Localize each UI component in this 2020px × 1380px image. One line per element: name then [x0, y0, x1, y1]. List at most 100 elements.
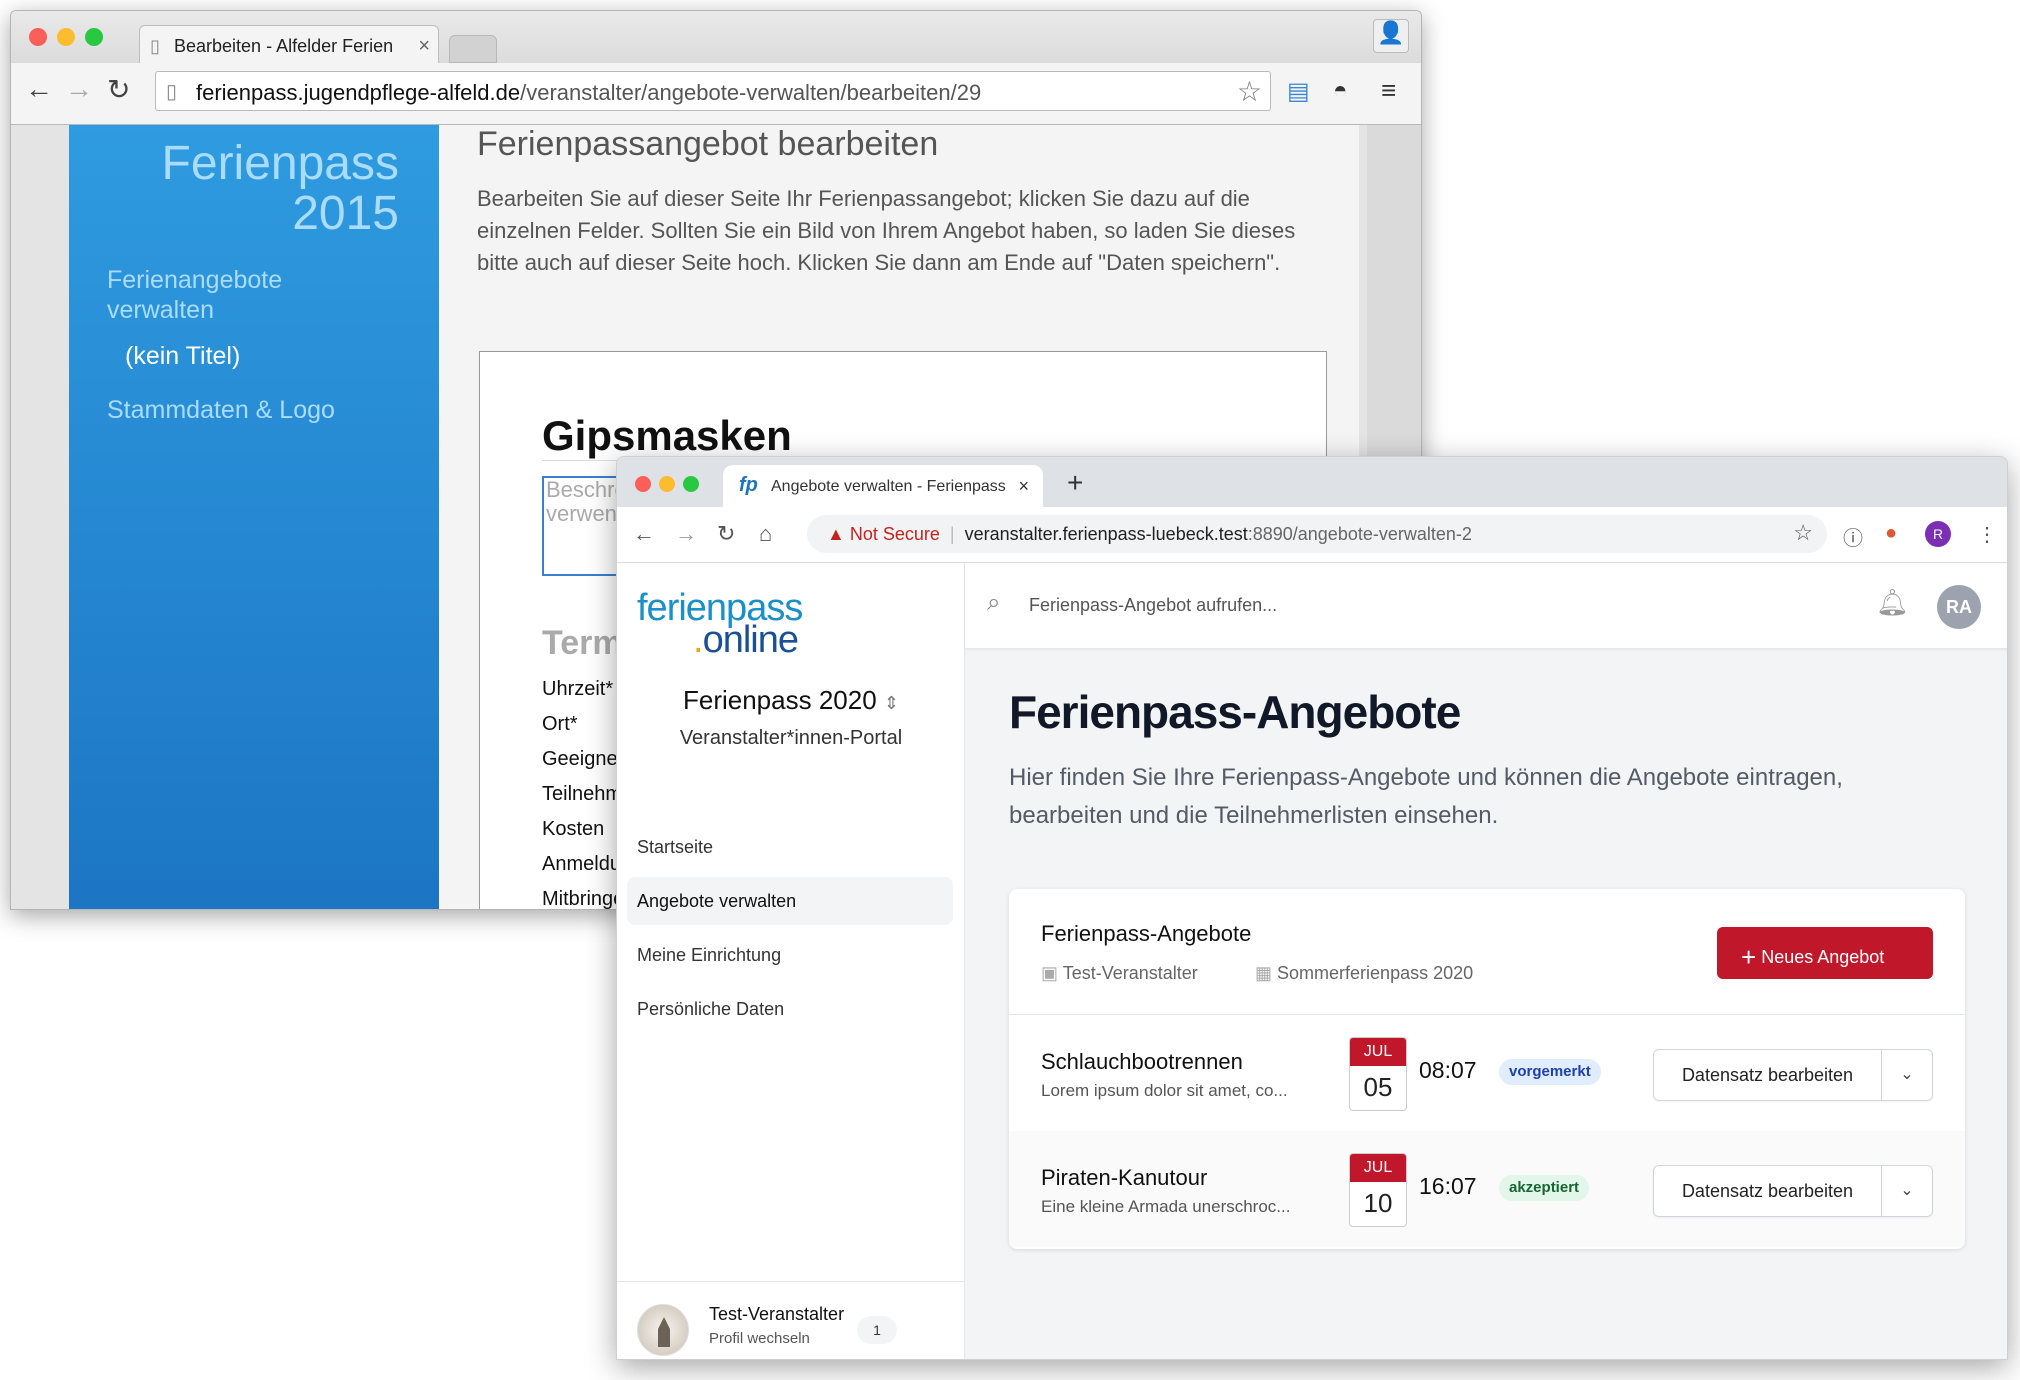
date-day: 10 [1363, 1188, 1393, 1218]
status-badge: vorgemerkt [1499, 1059, 1601, 1085]
status-badge: akzeptiert [1499, 1175, 1590, 1201]
panel-title: Ferienpass-Angebote [1041, 921, 1252, 946]
browser-tab[interactable]: ▯ Bearbeiten - Alfelder Ferien × [139, 25, 439, 65]
sidebar-item-einrichtung[interactable]: Meine Einrichtung [627, 931, 953, 979]
close-window-button[interactable] [29, 28, 47, 46]
meta-organizer: ▣ Test-Veranstalter [1041, 963, 1198, 984]
maximize-window-button[interactable] [683, 476, 699, 492]
offers-panel: Ferienpass-Angebote ▣ Test-Veranstalter … [1009, 889, 1965, 1249]
favicon-icon: fp [739, 474, 758, 496]
brand-title: Ferienpass 2015 [162, 139, 399, 239]
calendar-icon: ▦ [1255, 963, 1273, 983]
profile-switcher[interactable]: Test-Veranstalter Profil wechseln 1 [617, 1281, 965, 1359]
forward-arrow-icon[interactable]: → [675, 521, 697, 547]
organizer-avatar [637, 1304, 689, 1356]
sidebar-item-angebote[interactable]: Angebote verwalten [627, 877, 953, 925]
minimize-window-button[interactable] [659, 476, 675, 492]
logo-suffix: .online [693, 619, 799, 662]
bookmark-star-icon[interactable]: ☆ [1793, 520, 1813, 546]
home-icon[interactable]: ⌂ [759, 521, 772, 547]
menu-icon[interactable]: ⋮ [1977, 522, 1997, 547]
sidebar-item-startseite[interactable]: Startseite [627, 823, 953, 871]
new-offer-button[interactable]: + Neues Angebot [1717, 927, 1933, 979]
brand-line-2: 2015 [292, 187, 399, 240]
page-title: Ferienpassangebot bearbeiten [477, 125, 939, 163]
user-avatar[interactable]: RA [1937, 585, 1981, 629]
meta-program: ▦ Sommerferienpass 2020 [1255, 963, 1473, 984]
edit-record-button[interactable]: Datensatz bearbeiten [1654, 1166, 1882, 1216]
offer-summary: Eine kleine Armada unerschroc... [1041, 1197, 1291, 1216]
forward-arrow-icon[interactable]: → [65, 73, 93, 105]
table-row[interactable]: Piraten-Kanutour Eine kleine Armada uner… [1009, 1131, 1965, 1247]
search-icon: ⌕ [987, 589, 1001, 616]
date-badge: JUL 10 [1349, 1153, 1407, 1227]
warning-icon: ▲ [827, 524, 845, 544]
page-description: Hier finden Sie Ihre Ferienpass-Angebote… [1009, 764, 1843, 829]
nav-ferienangebote[interactable]: Ferienangebote verwalten [107, 265, 327, 325]
tab-title: Bearbeiten - Alfelder Ferien [174, 36, 394, 56]
url-path: /veranstalter/angebote-verwalten/bearbei… [520, 80, 982, 105]
browser-tab[interactable]: fp Angebote verwalten - Ferienpass × [723, 465, 1043, 507]
nav-stammdaten[interactable]: Stammdaten & Logo [107, 395, 335, 425]
new-offer-label: Neues Angebot [1761, 947, 1885, 967]
edit-record-button[interactable]: Datensatz bearbeiten [1654, 1050, 1882, 1100]
offer-title[interactable]: Schlauchbootrennen [1041, 1049, 1243, 1075]
date-month: JUL [1350, 1154, 1406, 1182]
edit-button-group: Datensatz bearbeiten ⌄ [1653, 1049, 1933, 1101]
bookmark-star-icon[interactable]: ☆ [1237, 75, 1262, 108]
count-badge: 1 [857, 1316, 897, 1344]
offer-time: 08:07 [1419, 1057, 1477, 1083]
incognito-icon[interactable]: ◓ [1333, 77, 1348, 105]
address-bar[interactable]: ▯ ferienpass.jugendpflege-alfeld.de/vera… [155, 71, 1271, 111]
bell-icon[interactable]: 🔔︎ [1876, 587, 1909, 618]
browser-toolbar: ← → ↻ ▯ ferienpass.jugendpflege-alfeld.d… [11, 63, 1421, 125]
table-row[interactable]: Schlauchbootrennen Lorem ipsum dolor sit… [1009, 1015, 1965, 1131]
back-arrow-icon[interactable]: ← [633, 521, 655, 547]
offer-time: 16:07 [1419, 1173, 1477, 1199]
reload-icon[interactable]: ↻ [717, 521, 735, 547]
browser-toolbar: ← → ↻ ⌂ ▲ Not Secure | veranstalter.ferien… [617, 507, 2007, 563]
menu-icon[interactable]: ≡ [1381, 75, 1396, 106]
sidebar-item-persoenliche-daten[interactable]: Persönliche Daten [627, 985, 953, 1033]
nav-kein-titel[interactable]: (kein Titel) [125, 341, 240, 371]
minimize-window-button[interactable] [57, 28, 75, 46]
back-arrow-icon[interactable]: ← [25, 73, 53, 105]
divider: | [949, 524, 955, 544]
reload-icon[interactable]: ↻ [107, 73, 130, 106]
new-tab-button[interactable]: + [1067, 467, 1083, 499]
tab-close-icon[interactable]: × [1018, 476, 1029, 497]
organizer-name: Test-Veranstalter [709, 1304, 845, 1324]
address-bar[interactable]: ▲ Not Secure | veranstalter.ferienpass-lue… [807, 515, 1827, 553]
info-icon[interactable]: ⓘ [1843, 522, 1863, 551]
page-icon: ▯ [150, 36, 160, 56]
offer-title-field[interactable]: Gipsmasken [542, 412, 1262, 461]
switch-profile-link[interactable]: Profil wechseln [709, 1330, 810, 1347]
tab-close-icon[interactable]: × [418, 35, 430, 58]
intro-text: Bearbeiten Sie auf dieser Seite Ihr Feri… [477, 186, 1296, 275]
program-switcher[interactable]: Ferienpass 2020 ⇕ [617, 685, 965, 716]
page-icon: ▯ [166, 81, 178, 103]
search-input[interactable]: Ferienpass-Angebot aufrufen... [1029, 595, 1277, 616]
portal-name: Veranstalter*innen-Portal [679, 727, 903, 749]
close-window-button[interactable] [635, 476, 651, 492]
logo-dot: . [693, 619, 704, 661]
new-tab-button[interactable] [449, 35, 497, 63]
tab-bar: fp Angebote verwalten - Ferienpass × + [617, 457, 2007, 507]
date-month: JUL [1350, 1038, 1406, 1066]
plus-icon: + [1741, 942, 1757, 972]
url-domain: veranstalter.ferienpass-luebeck.test [964, 524, 1248, 544]
meta-organizer-text: Test-Veranstalter [1062, 963, 1198, 983]
chevron-down-icon[interactable]: ⌄ [1882, 1050, 1932, 1100]
extension-icon[interactable]: ▤ [1287, 77, 1310, 106]
program-name: Ferienpass 2020 [682, 685, 877, 715]
offer-title[interactable]: Piraten-Kanutour [1041, 1165, 1207, 1191]
profile-icon[interactable]: 👤 [1373, 19, 1409, 53]
url-path: :8890/angebote-verwalten-2 [1247, 524, 1472, 544]
edit-button-group: Datensatz bearbeiten ⌄ [1653, 1165, 1933, 1217]
security-warning[interactable]: Not Secure [850, 524, 940, 544]
maximize-window-button[interactable] [85, 28, 103, 46]
profile-avatar[interactable]: R [1925, 521, 1951, 547]
duckduckgo-icon[interactable]: ● [1885, 522, 1897, 545]
selector-icon: ⇕ [883, 693, 899, 713]
chevron-down-icon[interactable]: ⌄ [1882, 1166, 1932, 1216]
